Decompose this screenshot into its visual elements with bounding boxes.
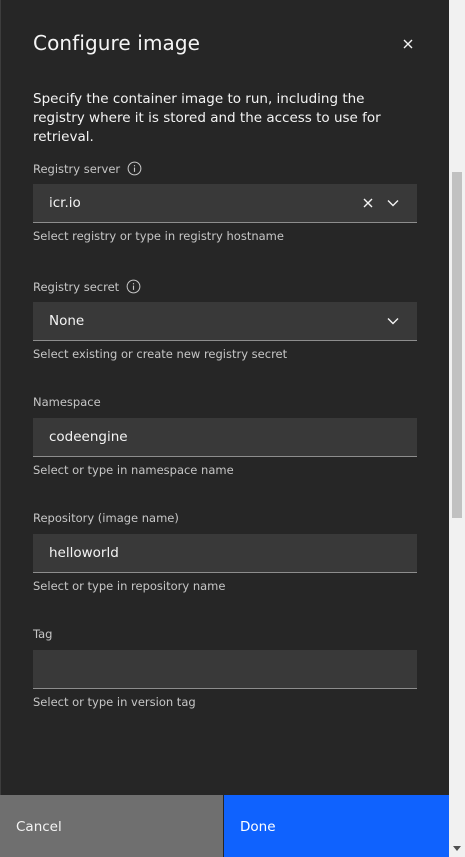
done-button-label: Done xyxy=(240,819,276,835)
info-icon[interactable] xyxy=(127,161,142,176)
registry-secret-helper: Select existing or create new registry s… xyxy=(33,347,288,361)
clear-icon xyxy=(363,198,373,208)
tag-label-text: Tag xyxy=(33,627,53,641)
close-icon xyxy=(403,39,413,49)
panel-title: Configure image xyxy=(33,31,201,55)
registry-server-dropdown-toggle[interactable] xyxy=(385,195,401,211)
repository-helper: Select or type in repository name xyxy=(33,579,226,593)
registry-secret-value: None xyxy=(49,313,85,329)
repository-field xyxy=(33,534,417,573)
configure-image-panel: Configure image Specify the container im… xyxy=(0,0,449,857)
repository-input[interactable] xyxy=(33,534,417,572)
done-button[interactable]: Done xyxy=(224,795,449,857)
registry-secret-select[interactable]: None xyxy=(33,302,417,341)
chevron-down-icon xyxy=(387,318,399,325)
repository-label: Repository (image name) xyxy=(33,511,179,525)
registry-server-label-text: Registry server xyxy=(33,161,121,176)
registry-server-combobox[interactable]: icr.io xyxy=(33,184,417,223)
namespace-field xyxy=(33,418,417,457)
tag-field xyxy=(33,650,417,689)
namespace-helper: Select or type in namespace name xyxy=(33,463,234,477)
chevron-down-icon xyxy=(387,200,399,207)
vertical-scrollbar[interactable] xyxy=(449,0,465,857)
registry-secret-dropdown-toggle[interactable] xyxy=(385,313,401,329)
registry-secret-label-text: Registry secret xyxy=(33,279,120,294)
cancel-button[interactable]: Cancel xyxy=(0,795,224,857)
panel-edge xyxy=(0,0,1,857)
registry-secret-label: Registry secret xyxy=(33,279,141,294)
namespace-label-text: Namespace xyxy=(33,395,101,409)
cancel-button-label: Cancel xyxy=(16,819,62,835)
scroll-down-arrow-icon[interactable] xyxy=(453,846,461,852)
tag-label: Tag xyxy=(33,627,52,641)
registry-server-helper: Select registry or type in registry host… xyxy=(33,229,284,243)
tag-input[interactable] xyxy=(33,650,417,688)
registry-server-value: icr.io xyxy=(49,195,81,211)
clear-selection-button[interactable] xyxy=(360,195,376,211)
namespace-input[interactable] xyxy=(33,418,417,456)
tag-helper: Select or type in version tag xyxy=(33,695,196,709)
panel-description: Specify the container image to run, incl… xyxy=(33,91,381,145)
panel-footer: Cancel Done xyxy=(0,795,449,857)
repository-label-text: Repository (image name) xyxy=(33,511,179,525)
info-icon[interactable] xyxy=(126,279,141,294)
scrollbar-thumb[interactable] xyxy=(452,172,462,518)
registry-server-label: Registry server xyxy=(33,161,142,176)
namespace-label: Namespace xyxy=(33,395,101,409)
close-button[interactable] xyxy=(396,32,420,56)
